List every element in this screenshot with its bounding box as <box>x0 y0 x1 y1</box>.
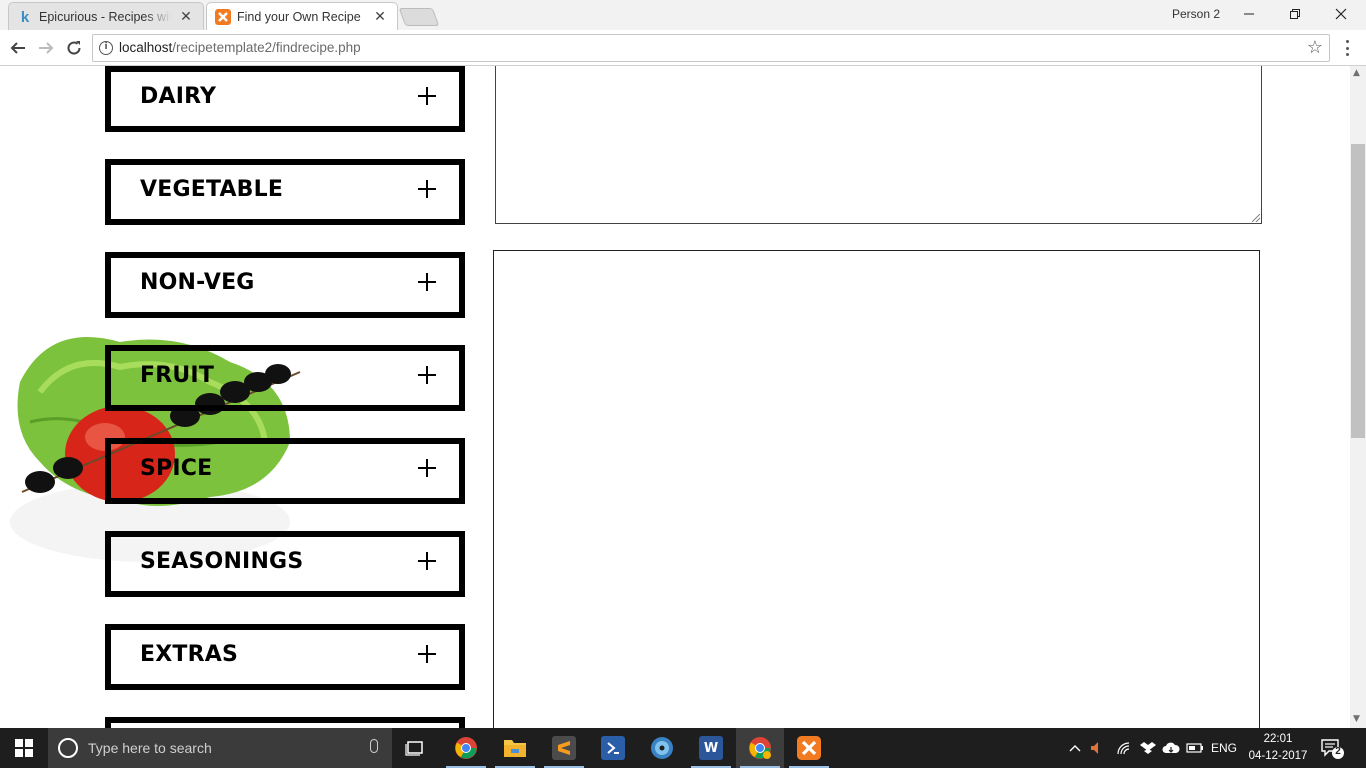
chrome-canary-icon <box>749 737 771 759</box>
browser-menu-icon[interactable] <box>1340 38 1354 58</box>
xampp-favicon-icon <box>215 9 231 25</box>
taskbar-word[interactable]: W <box>687 728 735 768</box>
close-tab-icon[interactable]: ✕ <box>373 9 387 25</box>
taskbar-search-box[interactable]: Type here to search <box>48 728 392 768</box>
file-explorer-icon <box>504 740 526 757</box>
recipe-results-panel <box>493 250 1260 728</box>
scrollbar-thumb[interactable] <box>1351 144 1365 438</box>
plus-icon[interactable] <box>417 86 437 106</box>
ingredients-textarea[interactable] <box>495 66 1262 224</box>
wifi-icon[interactable] <box>1114 728 1134 768</box>
reload-button[interactable] <box>63 37 85 59</box>
task-view-icon <box>405 741 423 756</box>
browser-titlebar: k Epicurious - Recipes with ✕ Find your … <box>0 0 1366 30</box>
restore-button[interactable] <box>1272 0 1318 28</box>
epicurious-favicon-icon: k <box>20 8 30 26</box>
search-placeholder: Type here to search <box>88 740 212 756</box>
taskbar-sublime[interactable] <box>540 728 588 768</box>
plus-icon[interactable] <box>417 272 437 292</box>
close-tab-icon[interactable]: ✕ <box>179 9 193 25</box>
plus-icon[interactable] <box>417 644 437 664</box>
minimize-button[interactable] <box>1226 0 1272 28</box>
battery-icon[interactable] <box>1184 728 1206 768</box>
forward-button[interactable] <box>35 37 57 59</box>
address-bar[interactable]: i localhost/recipetemplate2/findrecipe.p… <box>92 34 1330 62</box>
tab-title: Epicurious - Recipes with <box>39 10 171 24</box>
url-text: localhost/recipetemplate2/findrecipe.php <box>119 40 361 55</box>
category-label: SEASONINGS <box>140 549 304 574</box>
back-button[interactable] <box>7 37 29 59</box>
show-hidden-icons-button[interactable] <box>1066 728 1084 768</box>
site-info-icon[interactable]: i <box>99 41 113 55</box>
category-vegetable[interactable]: VEGETABLE <box>105 159 465 225</box>
cortana-icon <box>58 738 78 758</box>
microphone-icon[interactable] <box>370 739 378 753</box>
page-viewport: DAIRY VEGETABLE NON-VEG FRUIT SPICE SEAS… <box>0 66 1350 728</box>
taskbar-xampp[interactable] <box>785 728 833 768</box>
plus-icon[interactable] <box>417 551 437 571</box>
plus-icon[interactable] <box>417 365 437 385</box>
profile-name[interactable]: Person 2 <box>1172 7 1220 21</box>
plus-icon[interactable] <box>417 179 437 199</box>
plus-icon[interactable] <box>417 458 437 478</box>
volume-muted-icon[interactable] <box>1088 728 1108 768</box>
windows-logo-icon <box>15 739 33 757</box>
xampp-icon <box>797 736 821 760</box>
category-spice[interactable]: SPICE <box>105 438 465 504</box>
tab-title: Find your Own Recipe <box>237 10 361 24</box>
taskbar-disc-app[interactable] <box>638 728 686 768</box>
clock-time: 22:01 <box>1263 733 1293 745</box>
taskbar-powershell[interactable] <box>589 728 637 768</box>
sublime-text-icon <box>552 736 576 760</box>
chrome-icon <box>455 737 477 759</box>
close-window-button[interactable] <box>1318 0 1364 28</box>
browser-toolbar: i localhost/recipetemplate2/findrecipe.p… <box>0 30 1366 66</box>
disc-burner-icon <box>651 737 673 759</box>
powershell-icon <box>601 736 625 760</box>
category-label: DAIRY <box>140 84 217 109</box>
clock-date: 04-12-2017 <box>1248 750 1308 762</box>
word-icon: W <box>699 736 723 760</box>
task-view-button[interactable] <box>392 728 440 768</box>
page-scrollbar[interactable]: ▲ ▼ <box>1350 66 1366 728</box>
taskbar-clock[interactable]: 22:01 04-12-2017 <box>1244 731 1312 765</box>
category-label: SPICE <box>140 456 213 481</box>
start-button[interactable] <box>0 728 48 768</box>
windows-taskbar: Type here to search W ENG 22:01 04-12-20… <box>0 728 1366 768</box>
taskbar-chrome[interactable] <box>442 728 490 768</box>
category-label: VEGETABLE <box>140 177 284 202</box>
category-dairy[interactable]: DAIRY <box>105 66 465 132</box>
category-more[interactable] <box>105 717 465 728</box>
tab-find-recipe[interactable]: Find your Own Recipe ✕ <box>206 2 398 30</box>
new-tab-button[interactable] <box>398 8 440 26</box>
category-fruit[interactable]: FRUIT <box>105 345 465 411</box>
taskbar-file-explorer[interactable] <box>491 728 539 768</box>
category-seasonings[interactable]: SEASONINGS <box>105 531 465 597</box>
action-center-button[interactable]: 2 <box>1320 736 1344 760</box>
category-non-veg[interactable]: NON-VEG <box>105 252 465 318</box>
dropbox-icon[interactable] <box>1138 728 1158 768</box>
taskbar-chrome-active[interactable] <box>736 728 784 768</box>
scroll-up-arrow-icon[interactable]: ▲ <box>1353 68 1360 78</box>
category-extras[interactable]: EXTRAS <box>105 624 465 690</box>
onedrive-cloud-icon[interactable] <box>1160 728 1182 768</box>
category-label: FRUIT <box>140 363 215 388</box>
notification-count: 2 <box>1335 746 1341 757</box>
language-indicator[interactable]: ENG <box>1208 728 1240 768</box>
scroll-down-arrow-icon[interactable]: ▼ <box>1353 714 1360 724</box>
category-label: EXTRAS <box>140 642 239 667</box>
tab-epicurious[interactable]: k Epicurious - Recipes with ✕ <box>8 2 204 30</box>
category-label: NON-VEG <box>140 270 255 295</box>
resize-handle-icon[interactable] <box>1252 214 1260 222</box>
bookmark-star-icon[interactable]: ☆ <box>1307 37 1323 58</box>
